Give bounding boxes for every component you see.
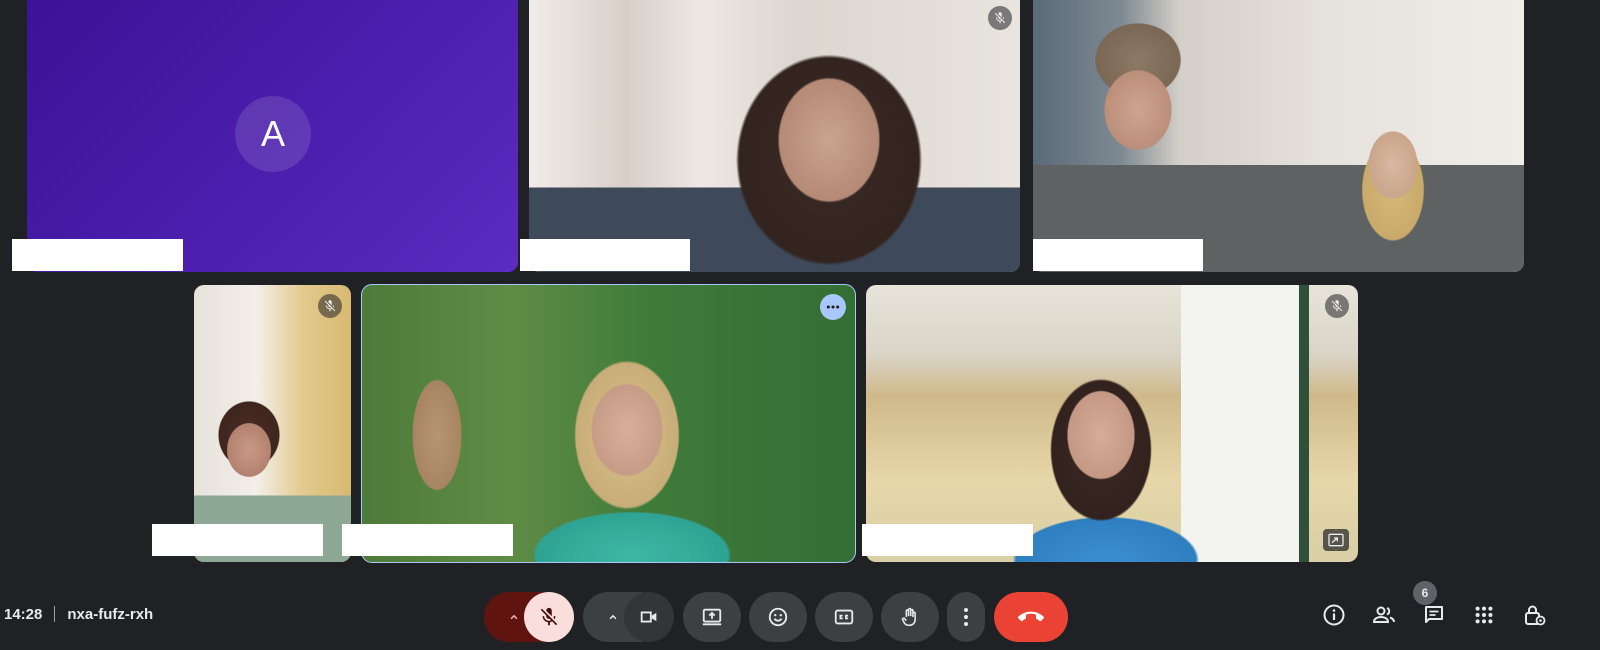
hand-icon — [901, 607, 916, 627]
video-feed — [362, 285, 855, 562]
chat-icon — [1425, 606, 1443, 623]
people-icon — [1372, 606, 1395, 623]
call-end-icon — [1018, 611, 1044, 622]
activities-icon — [1475, 606, 1493, 624]
name-label-redacted — [862, 524, 1033, 556]
chat-button[interactable] — [1419, 600, 1449, 630]
people-button[interactable] — [1369, 600, 1399, 630]
raise-hand-button[interactable] — [881, 592, 939, 642]
participant-tile-1[interactable]: A — [27, 0, 518, 272]
chevron-up-icon — [609, 614, 617, 620]
chevron-up-icon — [510, 614, 518, 620]
present-screen-icon — [702, 608, 722, 626]
participant-tile-4[interactable] — [194, 285, 351, 562]
participant-tile-5-active[interactable] — [361, 284, 856, 563]
pip-button[interactable] — [1323, 529, 1349, 551]
more-horiz-icon — [826, 305, 840, 309]
video-feed — [866, 285, 1358, 562]
mic-off-icon — [324, 300, 336, 312]
participant-tile-3[interactable] — [1033, 0, 1524, 272]
avatar: A — [235, 96, 311, 172]
mic-off-indicator — [318, 294, 342, 318]
info-icon — [1323, 604, 1345, 626]
mic-off-indicator — [1325, 294, 1349, 318]
host-controls-icon — [1525, 605, 1546, 626]
name-label-redacted — [520, 239, 690, 271]
avatar-letter: A — [260, 113, 285, 154]
name-label-redacted — [342, 524, 513, 556]
mic-off-icon — [994, 12, 1006, 24]
present-screen-button[interactable] — [683, 592, 741, 642]
captions-button[interactable] — [815, 592, 873, 642]
closed-caption-icon — [834, 609, 854, 625]
meeting-time: 14:28 — [4, 605, 43, 623]
more-vert-icon — [964, 608, 968, 626]
meeting-info-button[interactable] — [1319, 600, 1349, 630]
host-controls-button[interactable] — [1519, 600, 1549, 630]
microphone-button[interactable] — [524, 592, 574, 642]
participant-tile-6[interactable] — [866, 285, 1358, 562]
emoji-icon — [768, 607, 788, 627]
mic-off-icon — [1331, 300, 1343, 312]
mic-off-indicator — [988, 6, 1012, 30]
mic-off-icon — [540, 607, 558, 626]
divider — [54, 606, 56, 622]
name-label-redacted — [152, 524, 323, 556]
video-feed — [529, 0, 1020, 272]
participant-tile-2[interactable] — [529, 0, 1020, 272]
reactions-button[interactable] — [749, 592, 807, 642]
tile-more-options-button[interactable] — [820, 294, 846, 320]
activities-button[interactable] — [1469, 600, 1499, 630]
meeting-details: 14:28 nxa-fufz-rxh — [4, 602, 153, 626]
meeting-code: nxa-fufz-rxh — [67, 605, 154, 623]
video-feed — [1033, 0, 1524, 272]
name-label-redacted — [12, 239, 183, 271]
camera-button[interactable] — [624, 592, 674, 642]
leave-call-button[interactable] — [994, 592, 1068, 642]
videocam-icon — [640, 611, 657, 623]
name-label-redacted — [1033, 239, 1203, 271]
picture-in-picture-icon — [1328, 533, 1344, 547]
video-feed — [194, 285, 351, 562]
more-options-button[interactable] — [947, 592, 985, 642]
